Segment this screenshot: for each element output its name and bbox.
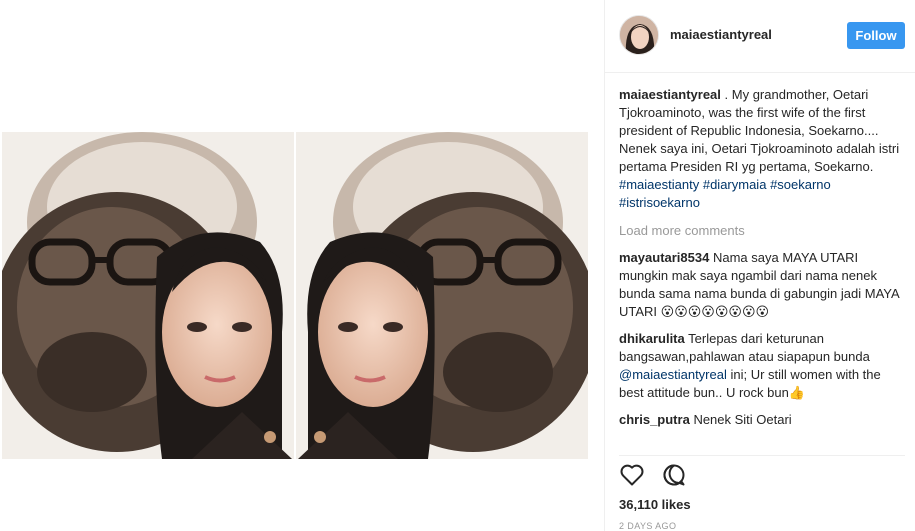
follow-button[interactable]: Follow [847, 22, 905, 49]
hashtag-link[interactable]: #diarymaia [703, 177, 767, 192]
post-actions [619, 462, 687, 488]
comment-item: chris_putra Nenek Siti Oetari [619, 411, 905, 429]
likes-count[interactable]: 36,110 likes [619, 497, 691, 512]
comment-text: Nenek Siti Oetari [693, 412, 792, 427]
hashtag-link[interactable]: #maiaestianty [619, 177, 699, 192]
comment-username[interactable]: chris_putra [619, 412, 690, 427]
comment-username[interactable]: dhikarulita [619, 331, 685, 346]
comment-username[interactable]: mayautari8534 [619, 250, 709, 265]
comment-item: dhikarulita Terlepas dari keturunan bang… [619, 330, 905, 402]
avatar-image [620, 16, 658, 54]
author-username[interactable]: maiaestiantyreal [670, 27, 772, 42]
post-media[interactable] [0, 0, 604, 531]
post-header: maiaestiantyreal Follow [605, 0, 915, 73]
post-photo[interactable] [2, 132, 588, 459]
comments-list[interactable]: maiaestiantyreal . My grandmother, Oetar… [619, 86, 905, 453]
heart-icon[interactable] [619, 462, 645, 488]
author-avatar[interactable] [619, 15, 659, 55]
post-side-panel: maiaestiantyreal Follow maiaestiantyreal… [605, 0, 915, 531]
actions-divider [619, 455, 905, 456]
caption: maiaestiantyreal . My grandmother, Oetar… [619, 86, 905, 212]
hashtag-link[interactable]: #soekarno [770, 177, 831, 192]
load-more-comments-link[interactable]: Load more comments [619, 222, 905, 240]
comment-item: mayautari8534 Nama saya MAYA UTARI mungk… [619, 249, 905, 321]
mention-link[interactable]: @maiaestiantyreal [619, 367, 727, 382]
caption-username[interactable]: maiaestiantyreal [619, 87, 721, 102]
comment-bubble-icon[interactable] [661, 462, 687, 488]
post-timestamp[interactable]: 2 DAYS AGO [619, 521, 676, 531]
hashtag-link[interactable]: #istrisoekarno [619, 195, 700, 210]
